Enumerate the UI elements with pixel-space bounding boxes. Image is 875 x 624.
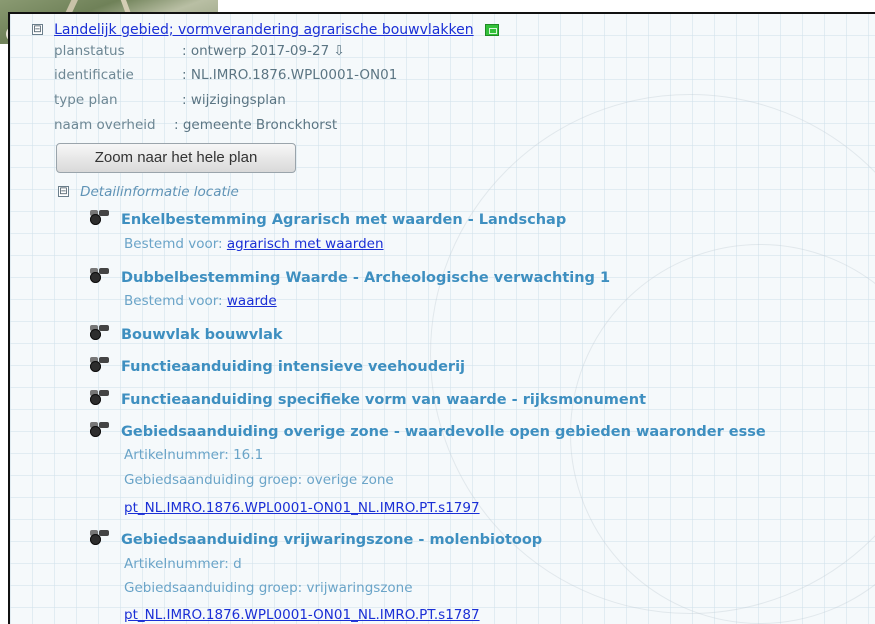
binoculars-icon[interactable] bbox=[90, 530, 118, 546]
sub-label: Bestemd voor: bbox=[124, 293, 227, 309]
item-artikel: Artikelnummer: d bbox=[124, 556, 242, 572]
meta-key: identificatie bbox=[54, 67, 134, 83]
item-title: Dubbelbestemming Waarde - Archeologische… bbox=[121, 270, 611, 286]
detail-title: Detailinformatie locatie bbox=[80, 184, 239, 200]
item-sub: Bestemd voor: agrarisch met waarden bbox=[124, 236, 384, 252]
meta-key: naam overheid bbox=[54, 117, 156, 133]
detail-item: Enkelbestemming Agrarisch met waarden - … bbox=[90, 209, 566, 228]
collapse-plan-toggle[interactable]: ⊟ bbox=[32, 24, 43, 35]
binoculars-icon[interactable] bbox=[90, 390, 118, 406]
collapse-detail-toggle[interactable]: ⊟ bbox=[58, 186, 69, 197]
detail-item: Bouwvlak bouwvlak bbox=[90, 324, 283, 343]
item-groep: Gebiedsaanduiding groep: overige zone bbox=[124, 472, 394, 488]
meta-identificatie: identificatie : NL.IMRO.1876.WPL0001-ON01 bbox=[54, 67, 397, 83]
item-link-row: pt_NL.IMRO.1876.WPL0001-ON01_NL.IMRO.PT.… bbox=[124, 497, 480, 516]
item-link-row: pt_NL.IMRO.1876.WPL0001-ON01_NL.IMRO.PT.… bbox=[124, 604, 480, 623]
item-title: Enkelbestemming Agrarisch met waarden - … bbox=[121, 212, 567, 228]
item-title: Gebiedsaanduiding overige zone - waardev… bbox=[121, 424, 766, 440]
binoculars-icon[interactable] bbox=[90, 325, 118, 341]
meta-value: : gemeente Bronckhorst bbox=[174, 117, 338, 133]
meta-naam-overheid: naam overheid : gemeente Bronckhorst bbox=[54, 117, 337, 133]
plan-object-link[interactable]: pt_NL.IMRO.1876.WPL0001-ON01_NL.IMRO.PT.… bbox=[124, 607, 480, 623]
item-title: Bouwvlak bouwvlak bbox=[121, 327, 283, 343]
meta-key: type plan bbox=[54, 92, 118, 108]
binoculars-icon[interactable] bbox=[90, 210, 118, 226]
meta-value: : ontwerp 2017-09-27 ⇩ bbox=[182, 43, 345, 59]
item-artikel: Artikelnummer: 16.1 bbox=[124, 447, 264, 463]
sub-link[interactable]: waarde bbox=[227, 293, 277, 309]
item-title: Functieaanduiding intensieve veehouderij bbox=[121, 359, 466, 375]
detail-header: ⊟ Detailinformatie locatie bbox=[58, 181, 239, 200]
meta-type-plan: type plan : wijzigingsplan bbox=[54, 92, 286, 108]
plan-header: ⊟ Landelijk gebied; vormverandering agra… bbox=[32, 19, 499, 38]
item-sub: Bestemd voor: waarde bbox=[124, 293, 277, 309]
detail-item: Functieaanduiding intensieve veehouderij bbox=[90, 356, 465, 375]
detail-item: Dubbelbestemming Waarde - Archeologische… bbox=[90, 267, 610, 286]
plan-document-icon[interactable] bbox=[484, 23, 499, 36]
detail-item: Gebiedsaanduiding vrijwaringszone - mole… bbox=[90, 529, 542, 548]
binoculars-icon[interactable] bbox=[90, 268, 118, 284]
plan-title-link[interactable]: Landelijk gebied; vormverandering agrari… bbox=[54, 22, 474, 38]
binoculars-icon[interactable] bbox=[90, 357, 118, 373]
meta-planstatus: planstatus : ontwerp 2017-09-27 ⇩ bbox=[54, 43, 345, 59]
info-popup: ⊟ Landelijk gebied; vormverandering agra… bbox=[8, 12, 875, 624]
item-title: Gebiedsaanduiding vrijwaringszone - mole… bbox=[121, 532, 543, 548]
meta-value: : NL.IMRO.1876.WPL0001-ON01 bbox=[182, 67, 398, 83]
detail-item: Functieaanduiding specifieke vorm van wa… bbox=[90, 389, 646, 408]
plan-object-link[interactable]: pt_NL.IMRO.1876.WPL0001-ON01_NL.IMRO.PT.… bbox=[124, 500, 480, 516]
meta-key: planstatus bbox=[54, 43, 125, 59]
meta-value: : wijzigingsplan bbox=[182, 92, 286, 108]
item-title: Functieaanduiding specifieke vorm van wa… bbox=[121, 392, 647, 408]
sub-link[interactable]: agrarisch met waarden bbox=[227, 236, 384, 252]
detail-item: Gebiedsaanduiding overige zone - waardev… bbox=[90, 421, 766, 440]
zoom-to-plan-button[interactable]: Zoom naar het hele plan bbox=[56, 143, 296, 173]
sub-label: Bestemd voor: bbox=[124, 236, 227, 252]
item-groep: Gebiedsaanduiding groep: vrijwaringszone bbox=[124, 580, 413, 596]
binoculars-icon[interactable] bbox=[90, 422, 118, 438]
